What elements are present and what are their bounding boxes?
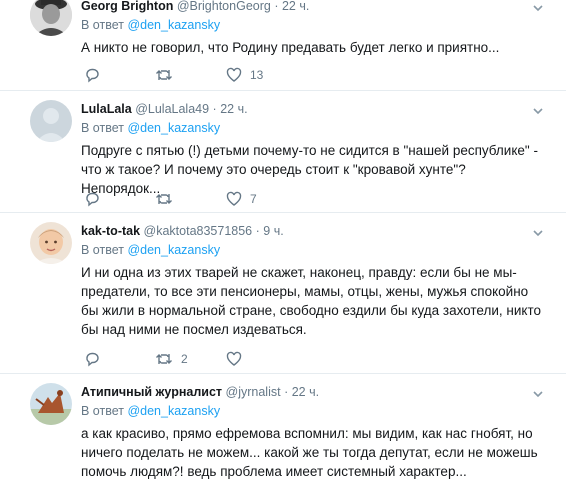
like-count: 7	[250, 192, 257, 206]
like-action[interactable]: 13	[226, 67, 297, 83]
reply-action[interactable]	[84, 351, 155, 367]
tweet-card[interactable]: LulaLala @LulaLala49 · 22 ч. В ответ @de…	[0, 91, 566, 213]
display-name[interactable]: kak-to-tak	[81, 224, 140, 238]
reply-prefix: В ответ	[81, 243, 124, 257]
retweet-action[interactable]	[155, 67, 226, 83]
retweet-action[interactable]	[155, 191, 226, 207]
reply-context: В ответ @den_kazansky	[81, 16, 546, 35]
chevron-down-icon[interactable]	[532, 105, 544, 117]
reply-action[interactable]	[84, 67, 155, 83]
heart-icon	[226, 67, 242, 82]
timestamp[interactable]: 22 ч.	[292, 385, 319, 399]
reply-action[interactable]	[84, 191, 155, 207]
tweet-card[interactable]: Атипичный журналист @jyrnalist · 22 ч. В…	[0, 374, 566, 482]
like-action[interactable]: 7	[226, 191, 297, 207]
tweet-actions: 13	[84, 65, 297, 85]
avatar[interactable]	[30, 383, 72, 425]
reply-icon	[86, 68, 99, 83]
reply-handle-link[interactable]: @den_kazansky	[127, 404, 220, 418]
avatar[interactable]	[30, 100, 72, 142]
reply-icon	[86, 192, 99, 207]
tweet-actions: 2	[84, 349, 297, 369]
separator-dot: ·	[284, 385, 289, 399]
chevron-down-icon[interactable]	[532, 2, 544, 14]
tweet-text: А никто не говорил, что Родину предавать…	[81, 40, 500, 55]
display-name[interactable]: Атипичный журналист	[81, 385, 222, 399]
reply-context: В ответ @den_kazansky	[81, 402, 546, 421]
reply-context: В ответ @den_kazansky	[81, 119, 546, 138]
tweet-text: а как красиво, прямо ефремова вспомнил: …	[81, 426, 538, 479]
separator-dot: ·	[274, 0, 279, 13]
tweet-header: LulaLala @LulaLala49 · 22 ч.	[81, 100, 546, 118]
user-handle[interactable]: @kaktota83571856	[144, 224, 253, 238]
heart-icon	[226, 351, 242, 366]
reply-icon	[86, 352, 99, 367]
retweet-icon	[156, 70, 172, 80]
reply-handle-link[interactable]: @den_kazansky	[127, 243, 220, 257]
timestamp[interactable]: 22 ч.	[220, 102, 247, 116]
separator-dot: ·	[255, 224, 260, 238]
retweet-action[interactable]: 2	[155, 351, 226, 367]
chevron-down-icon[interactable]	[532, 227, 544, 239]
user-handle[interactable]: @jyrnalist	[226, 385, 281, 399]
tweet-actions: 7	[84, 189, 297, 209]
retweet-icon	[156, 354, 172, 364]
avatar[interactable]	[30, 0, 72, 36]
reply-prefix: В ответ	[81, 121, 124, 135]
tweet-header: Атипичный журналист @jyrnalist · 22 ч.	[81, 383, 546, 401]
like-action[interactable]	[226, 351, 297, 367]
timestamp[interactable]: 22 ч.	[282, 0, 309, 13]
timestamp[interactable]: 9 ч.	[263, 224, 283, 238]
tweet-text: И ни одна из этих тварей не скажет, нако…	[81, 265, 541, 337]
user-handle[interactable]: @LulaLala49	[135, 102, 209, 116]
retweet-count: 2	[181, 352, 188, 366]
user-handle[interactable]: @BrightonGeorg	[177, 0, 271, 13]
avatar[interactable]	[30, 222, 72, 264]
retweet-icon	[156, 194, 172, 204]
heart-icon	[226, 191, 242, 206]
tweet-header: kak-to-tak @kaktota83571856 · 9 ч.	[81, 222, 546, 240]
like-count: 13	[250, 68, 264, 82]
reply-handle-link[interactable]: @den_kazansky	[127, 121, 220, 135]
reply-prefix: В ответ	[81, 18, 124, 32]
display-name[interactable]: LulaLala	[81, 102, 132, 116]
reply-context: В ответ @den_kazansky	[81, 241, 546, 260]
tweet-card[interactable]: Georg Brighton @BrightonGeorg · 22 ч. В …	[0, 0, 566, 91]
tweet-header: Georg Brighton @BrightonGeorg · 22 ч.	[81, 0, 546, 15]
separator-dot: ·	[212, 102, 217, 116]
reply-handle-link[interactable]: @den_kazansky	[127, 18, 220, 32]
tweet-feed: Georg Brighton @BrightonGeorg · 22 ч. В …	[0, 0, 566, 482]
display-name[interactable]: Georg Brighton	[81, 0, 173, 13]
tweet-card[interactable]: kak-to-tak @kaktota83571856 · 9 ч. В отв…	[0, 213, 566, 374]
reply-prefix: В ответ	[81, 404, 124, 418]
chevron-down-icon[interactable]	[532, 388, 544, 400]
